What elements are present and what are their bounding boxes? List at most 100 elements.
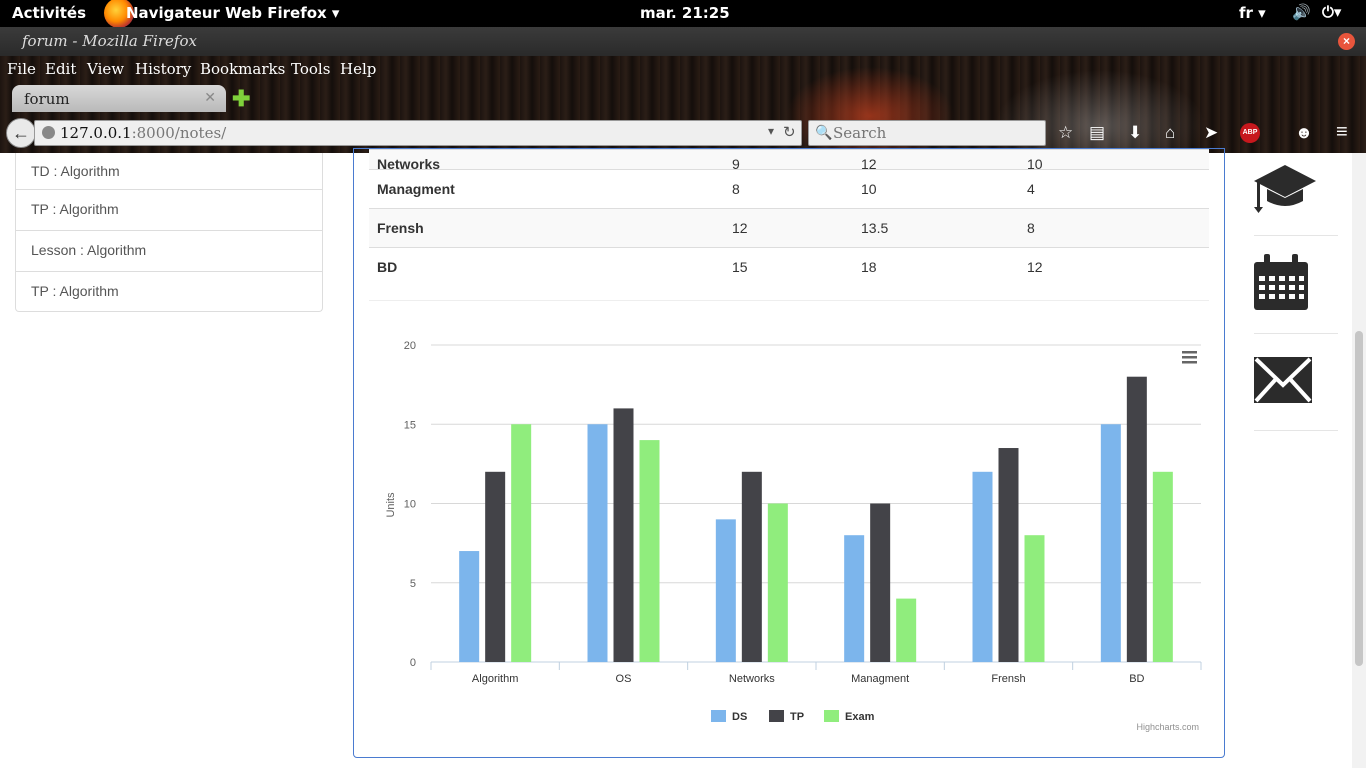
x-tick-label: Managment: [851, 673, 909, 685]
bar-exam: [511, 424, 532, 662]
y-tick-label: 0: [410, 657, 416, 669]
exam-cell: 4: [1019, 169, 1209, 209]
url-dropdown-icon[interactable]: ▾: [768, 124, 774, 138]
globe-icon: [42, 126, 55, 139]
table-row: Networks 9 12 10: [369, 149, 1209, 171]
divider: [1254, 235, 1338, 236]
menu-view[interactable]: View: [87, 60, 124, 78]
scrollbar-thumb[interactable]: [1355, 331, 1363, 666]
vertical-scrollbar[interactable]: [1352, 153, 1366, 768]
close-window-button[interactable]: ×: [1338, 33, 1355, 50]
menu-edit[interactable]: Edit: [45, 60, 76, 78]
hamburger-menu-icon[interactable]: ≡: [1336, 121, 1348, 144]
bar-exam: [896, 598, 917, 662]
new-tab-icon[interactable]: ✚: [232, 86, 250, 112]
ds-cell: 9: [724, 149, 853, 171]
navigation-toolbar: ← 127.0.0.1:8000/notes/ ▾ ↻ 🔍 ☆ ▤ ⬇ ⌂ ➤ …: [0, 113, 1366, 153]
y-tick-label: 10: [404, 499, 416, 511]
chart-menu-icon[interactable]: [1182, 351, 1197, 364]
table-row: Managment 8 10 4: [369, 169, 1209, 209]
tp-cell: 10: [853, 169, 1019, 209]
bar-ds: [844, 535, 865, 662]
bar-ds: [587, 424, 608, 662]
notes-panel: Networks 9 12 10 Managment 8 10 4 Frensh…: [353, 148, 1225, 758]
divider: [369, 300, 1209, 301]
list-item[interactable]: TD : Algorithm: [16, 153, 322, 189]
chart-credit: Highcharts.com: [1136, 722, 1199, 732]
subject-cell: Managment: [369, 169, 724, 209]
adblock-icon[interactable]: ABP: [1240, 123, 1260, 143]
ds-cell: 15: [724, 247, 853, 286]
close-tab-icon[interactable]: ✕: [204, 89, 216, 106]
menu-bar: File Edit View History Bookmarks Tools H…: [0, 56, 1366, 82]
send-icon[interactable]: ➤: [1204, 123, 1218, 143]
legend-swatch-ds: [711, 710, 726, 722]
bar-exam: [1152, 471, 1173, 662]
search-bar[interactable]: 🔍: [808, 120, 1046, 146]
bar-tp: [741, 471, 762, 662]
legend-label-tp: TP: [790, 711, 804, 723]
menu-tools[interactable]: Tools: [291, 60, 330, 78]
language-selector[interactable]: fr ▾: [1239, 4, 1266, 22]
legend-label-ds: DS: [732, 711, 747, 723]
tab-forum[interactable]: forum ✕: [12, 85, 226, 112]
y-axis-title: Units: [385, 492, 397, 518]
x-tick-label: BD: [1129, 673, 1144, 685]
exam-cell: 10: [1019, 149, 1209, 171]
graduation-cap-icon[interactable]: [1254, 163, 1316, 213]
calendar-icon[interactable]: [1254, 254, 1308, 310]
ds-cell: 12: [724, 208, 853, 248]
list-item[interactable]: TP : Algorithm: [16, 271, 322, 312]
smiley-icon[interactable]: ☻: [1295, 123, 1313, 143]
page-content: TD : Algorithm TP : Algorithm Lesson : A…: [0, 148, 1366, 768]
browser-chrome: File Edit View History Bookmarks Tools H…: [0, 56, 1366, 153]
bar-tp: [998, 448, 1019, 662]
list-item[interactable]: TP : Algorithm: [16, 189, 322, 230]
back-button[interactable]: ←: [6, 118, 36, 148]
list-item[interactable]: Lesson : Algorithm: [16, 230, 322, 271]
bar-ds: [459, 551, 480, 662]
clock[interactable]: mar. 21:25: [640, 4, 730, 22]
url-text: 127.0.0.1:8000/notes/: [60, 124, 227, 142]
search-input[interactable]: [831, 123, 1035, 143]
activities-button[interactable]: Activités: [12, 4, 86, 22]
x-tick-label: Networks: [729, 673, 775, 685]
bar-exam: [639, 440, 660, 662]
sidebar-list: TD : Algorithm TP : Algorithm Lesson : A…: [15, 153, 323, 312]
menu-bookmarks[interactable]: Bookmarks: [200, 60, 285, 78]
y-tick-label: 15: [404, 419, 416, 431]
bar-tp: [1126, 376, 1147, 662]
app-menu[interactable]: Navigateur Web Firefox ▾: [126, 4, 339, 22]
table-row: BD 15 18 12: [369, 247, 1209, 286]
table-row: Frensh 12 13.5 8: [369, 208, 1209, 248]
divider: [1254, 333, 1338, 334]
tp-cell: 13.5: [853, 208, 1019, 248]
bar-exam: [1024, 535, 1045, 662]
subject-cell: Frensh: [369, 208, 724, 248]
x-tick-label: Algorithm: [472, 673, 518, 685]
window-title: forum - Mozilla Firefox: [22, 32, 197, 50]
x-tick-label: OS: [616, 673, 632, 685]
bookmarks-list-icon[interactable]: ▤: [1089, 123, 1105, 143]
legend-label-exam: Exam: [845, 711, 875, 723]
envelope-icon[interactable]: [1254, 357, 1312, 403]
ds-cell: 8: [724, 169, 853, 209]
reload-icon[interactable]: ↻: [783, 123, 796, 141]
download-icon[interactable]: ⬇: [1128, 123, 1142, 143]
bar-ds: [972, 471, 993, 662]
url-bar[interactable]: 127.0.0.1:8000/notes/ ▾ ↻: [34, 120, 802, 146]
bookmark-star-icon[interactable]: ☆: [1058, 123, 1073, 143]
search-icon: 🔍: [815, 124, 833, 140]
exam-cell: 8: [1019, 208, 1209, 248]
power-icon[interactable]: ⏻▾: [1322, 3, 1341, 21]
menu-history[interactable]: History: [135, 60, 191, 78]
exam-cell: 12: [1019, 247, 1209, 286]
menu-file[interactable]: File: [7, 60, 36, 78]
tp-cell: 18: [853, 247, 1019, 286]
y-tick-label: 5: [410, 578, 416, 590]
bar-ds: [1100, 424, 1121, 662]
x-tick-label: Frensh: [991, 673, 1025, 685]
menu-help[interactable]: Help: [340, 60, 376, 78]
volume-icon[interactable]: 🔊: [1292, 3, 1311, 21]
home-icon[interactable]: ⌂: [1165, 123, 1175, 143]
